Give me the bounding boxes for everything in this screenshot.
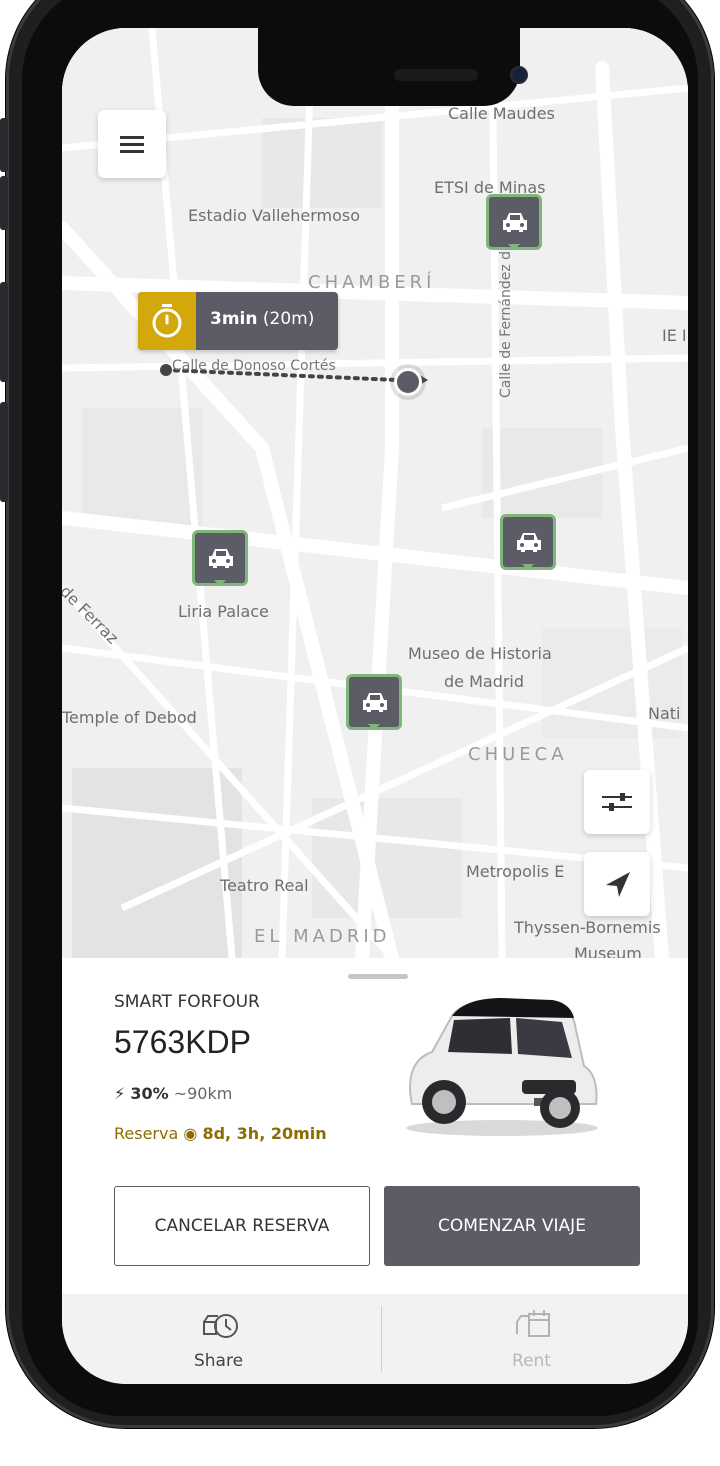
sliders-icon	[602, 793, 632, 811]
map-label-liria: Liria Palace	[178, 602, 269, 621]
eta-text: 3min (20m)	[210, 309, 314, 329]
car-icon	[209, 549, 233, 568]
map-label-el-madrid: EL MADRID	[254, 926, 391, 947]
mute-switch	[0, 118, 8, 172]
locate-button[interactable]	[584, 852, 650, 916]
speaker-grille	[394, 69, 478, 81]
reserve-icon: ◉	[183, 1124, 198, 1143]
reserve-label: Reserva	[114, 1124, 179, 1143]
vehicle-plate: 5763KDP	[114, 1024, 251, 1060]
reserve-info: Reserva ◉ 8d, 3h, 20min	[114, 1124, 327, 1143]
map-label-teatro: Teatro Real	[220, 876, 309, 895]
map-label-museo: Museo de Historia	[408, 644, 552, 663]
tab-bar: Share Rent	[62, 1294, 688, 1384]
vehicle-model: SMART FORFOUR	[114, 992, 260, 1012]
map-view[interactable]: Calle Maudes ETSI de Minas Estadio Valle…	[62, 28, 688, 963]
navigation-arrow-icon	[606, 872, 630, 897]
user-location-dot	[394, 368, 422, 396]
map-label-thyssen: Thyssen-Bornemis	[514, 918, 661, 937]
battery-info: ⚡ 30% ~90km	[114, 1084, 232, 1103]
car-pin[interactable]	[500, 514, 556, 570]
car-icon	[517, 533, 541, 552]
front-camera	[510, 66, 528, 84]
map-label-estadio: Estadio Vallehermoso	[188, 206, 361, 225]
eta-time: 3min	[210, 309, 258, 329]
phone-notch	[258, 28, 528, 106]
eta-distance: (20m)	[262, 309, 315, 329]
car-calendar-icon	[516, 1310, 550, 1337]
sheet-handle[interactable]	[348, 974, 408, 979]
map-label-museo-2: de Madrid	[444, 672, 525, 691]
timer-icon	[138, 292, 196, 350]
eta-chip: 3min (20m)	[138, 292, 338, 350]
tab-share-label: Share	[193, 1351, 244, 1371]
map-label-debod: Temple of Debod	[62, 708, 197, 727]
menu-button[interactable]	[98, 110, 166, 178]
filter-button[interactable]	[584, 770, 650, 834]
car-image	[406, 998, 598, 1136]
map-label-nati: Nati	[648, 704, 681, 723]
vehicle-sheet: SMART FORFOUR 5763KDP ⚡ 30% ~90km Reserv…	[62, 958, 688, 1294]
tab-share[interactable]: Share	[62, 1294, 375, 1384]
mute-switch-2	[0, 176, 8, 230]
car-icon	[363, 693, 387, 712]
tab-rent[interactable]: Rent	[375, 1294, 688, 1384]
start-trip-button[interactable]: COMENZAR VIAJE	[384, 1186, 640, 1266]
bolt-icon: ⚡	[114, 1084, 126, 1103]
app-screen: Calle Maudes ETSI de Minas Estadio Valle…	[62, 28, 688, 1384]
car-clock-icon	[203, 1314, 238, 1338]
map-label-donoso: Calle de Donoso Cortés	[172, 358, 336, 374]
reserve-time: 8d, 3h, 20min	[202, 1124, 327, 1143]
car-pin[interactable]	[486, 194, 542, 250]
cancel-reservation-button[interactable]: CANCELAR RESERVA	[114, 1186, 370, 1266]
car-pin[interactable]	[346, 674, 402, 730]
map-label-chueca: CHUECA	[468, 744, 568, 765]
map-label-chamberi: CHAMBERÍ	[308, 272, 436, 293]
volume-up-button	[0, 282, 8, 382]
map-label-metropolis: Metropolis E	[466, 862, 565, 881]
volume-down-button	[0, 402, 8, 502]
car-pin[interactable]	[192, 530, 248, 586]
battery-percent: 30%	[130, 1084, 169, 1103]
map-label-ie: IE I	[662, 326, 687, 345]
tab-rent-label: Rent	[512, 1351, 551, 1371]
map-label-calle-maudes: Calle Maudes	[448, 104, 555, 123]
battery-range: ~90km	[173, 1084, 233, 1103]
car-icon	[503, 213, 527, 232]
